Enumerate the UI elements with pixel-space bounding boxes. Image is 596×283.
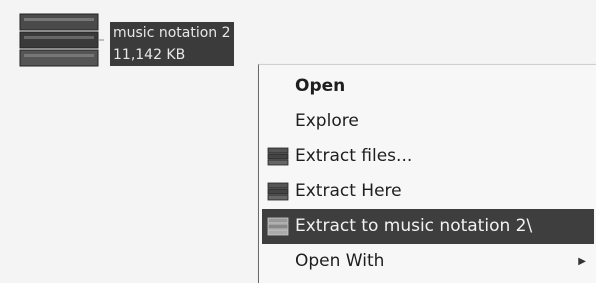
submenu-arrow-icon: ▶ [578, 256, 586, 267]
winrar-icon [267, 147, 289, 166]
desktop-file[interactable]: music notation 2 11,142 KB [14, 10, 234, 76]
menu-item-label: Extract files... [295, 146, 413, 166]
menu-item-extract-to[interactable]: Extract to music notation 2\ [262, 209, 594, 244]
menu-item-label: Open With [295, 251, 385, 271]
menu-item-open-with[interactable]: Open With ▶ [259, 244, 596, 279]
menu-item-extract-files[interactable]: Extract files... [259, 139, 596, 174]
rar-archive-icon[interactable] [14, 10, 104, 76]
file-name: music notation 2 [113, 25, 231, 41]
winrar-icon [267, 182, 289, 201]
winrar-icon [267, 217, 289, 236]
menu-item-label: Open [295, 76, 346, 96]
menu-item-explore[interactable]: Explore [259, 104, 596, 139]
menu-item-label: Extract Here [295, 181, 402, 201]
menu-item-label: Explore [295, 111, 359, 131]
file-label[interactable]: music notation 2 11,142 KB [110, 22, 234, 66]
menu-item-open[interactable]: Open [259, 69, 596, 104]
menu-item-label: Extract to music notation 2\ [295, 216, 533, 236]
file-size: 11,142 KB [113, 47, 186, 63]
context-menu: Open Explore Extract files... Extract He… [258, 64, 596, 283]
menu-item-extract-here[interactable]: Extract Here [259, 174, 596, 209]
